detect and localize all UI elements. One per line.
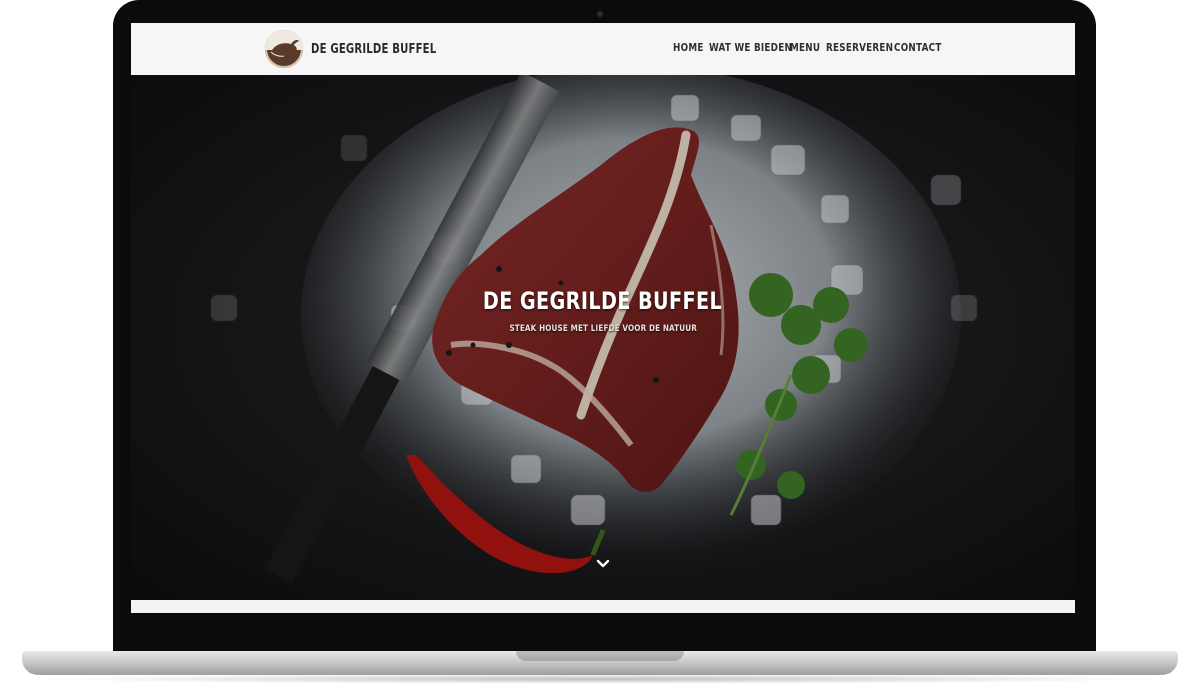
page-bottom-strip bbox=[131, 600, 1075, 613]
buffalo-logo-icon[interactable] bbox=[265, 30, 303, 68]
chevron-down-icon[interactable] bbox=[595, 556, 611, 572]
hero-section: DE GEGRILDE BUFFEL STEAK HOUSE MET LIEFD… bbox=[131, 75, 1075, 600]
brand-name[interactable]: DE GEGRILDE BUFFEL bbox=[311, 42, 436, 57]
nav-menu[interactable]: MENU bbox=[790, 41, 820, 54]
laptop-notch bbox=[516, 651, 684, 661]
nav-reserveren[interactable]: RESERVEREN bbox=[826, 41, 893, 54]
hero-background-image bbox=[131, 75, 1075, 600]
nav-contact[interactable]: CONTACT bbox=[894, 41, 941, 54]
navbar: DE GEGRILDE BUFFEL HOME WAT WE BIEDEN ME… bbox=[131, 23, 1075, 75]
main-nav: HOME WAT WE BIEDEN MENU RESERVEREN CONTA… bbox=[673, 41, 944, 54]
brand[interactable]: DE GEGRILDE BUFFEL bbox=[265, 30, 472, 68]
nav-wat-we-bieden[interactable]: WAT WE BIEDEN bbox=[709, 41, 792, 54]
laptop-shadow bbox=[40, 674, 1160, 684]
hero-subtitle: STEAK HOUSE MET LIEFDE VOOR DE NATUUR bbox=[509, 324, 697, 334]
camera-dot bbox=[597, 11, 603, 17]
website-screen: DE GEGRILDE BUFFEL HOME WAT WE BIEDEN ME… bbox=[131, 23, 1075, 613]
nav-home[interactable]: HOME bbox=[673, 41, 703, 54]
hero-title: DE GEGRILDE BUFFEL bbox=[483, 287, 723, 315]
